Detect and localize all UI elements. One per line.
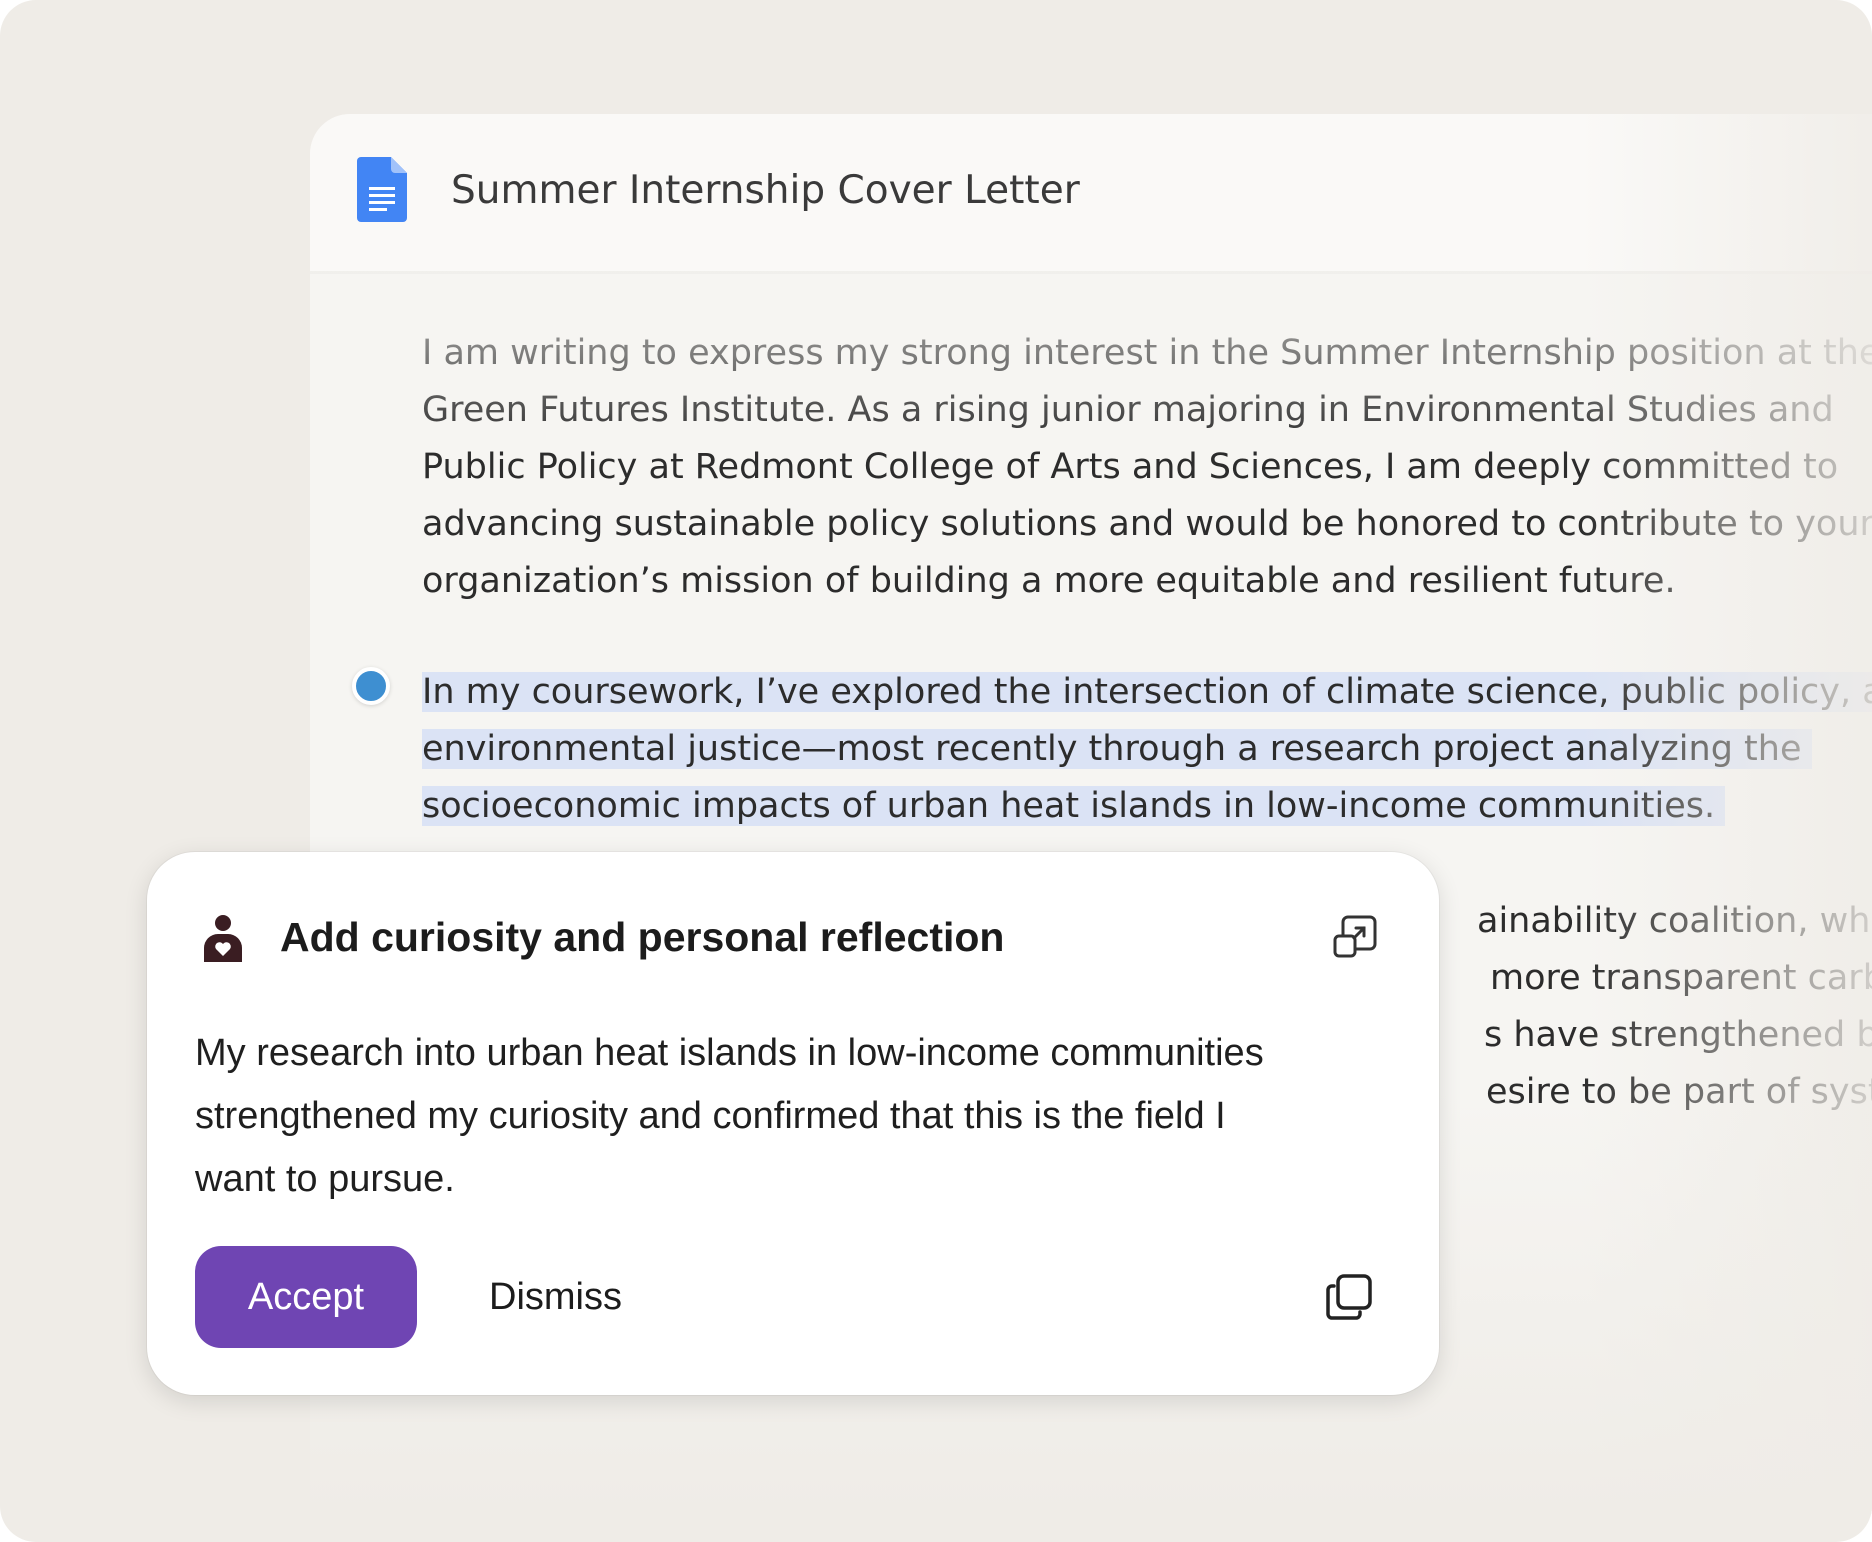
suggestion-card: Add curiosity and personal reflection My… (147, 852, 1439, 1395)
paragraph-intro[interactable]: I am writing to express my strong intere… (422, 325, 1872, 610)
document-header: Summer Internship Cover Letter (310, 114, 1872, 274)
suggestion-marker-dot[interactable] (352, 667, 390, 705)
text-line: Green Futures Institute. As a rising jun… (422, 390, 1834, 430)
suggestion-text-line: strengthened my curiosity and confirmed … (195, 1095, 1226, 1137)
highlighted-text-line: In my coursework, I’ve explored the inte… (422, 672, 1872, 712)
suggestion-text-line: want to pursue. (195, 1158, 455, 1200)
suggestion-title: Add curiosity and personal reflection (280, 914, 1005, 960)
expand-button[interactable] (1332, 914, 1378, 960)
text-line: advancing sustainable policy solutions a… (422, 504, 1872, 544)
copy-icon (1326, 1274, 1372, 1320)
dismiss-button[interactable]: Dismiss (469, 1246, 642, 1348)
highlighted-text-line: socioeconomic impacts of urban heat isla… (422, 786, 1726, 826)
person-heart-icon (204, 915, 242, 962)
app-canvas: Summer Internship Cover Letter I am writ… (0, 0, 1872, 1542)
document-title: Summer Internship Cover Letter (451, 168, 1080, 213)
text-line: I am writing to express my strong intere… (422, 333, 1872, 373)
expand-icon (1333, 915, 1377, 958)
highlighted-text-line: environmental justice—most recently thro… (422, 729, 1812, 769)
paragraph-highlighted[interactable]: In my coursework, I’ve explored the inte… (422, 664, 1872, 835)
copy-button[interactable] (1324, 1272, 1374, 1322)
suggestion-text-line: My research into urban heat islands in l… (195, 1032, 1264, 1074)
suggestion-text: My research into urban heat islands in l… (195, 1022, 1395, 1211)
text-line: organization’s mission of building a mor… (422, 561, 1676, 601)
google-docs-icon (357, 157, 407, 222)
text-line: Public Policy at Redmont College of Arts… (422, 447, 1839, 487)
accept-button[interactable]: Accept (195, 1246, 417, 1348)
